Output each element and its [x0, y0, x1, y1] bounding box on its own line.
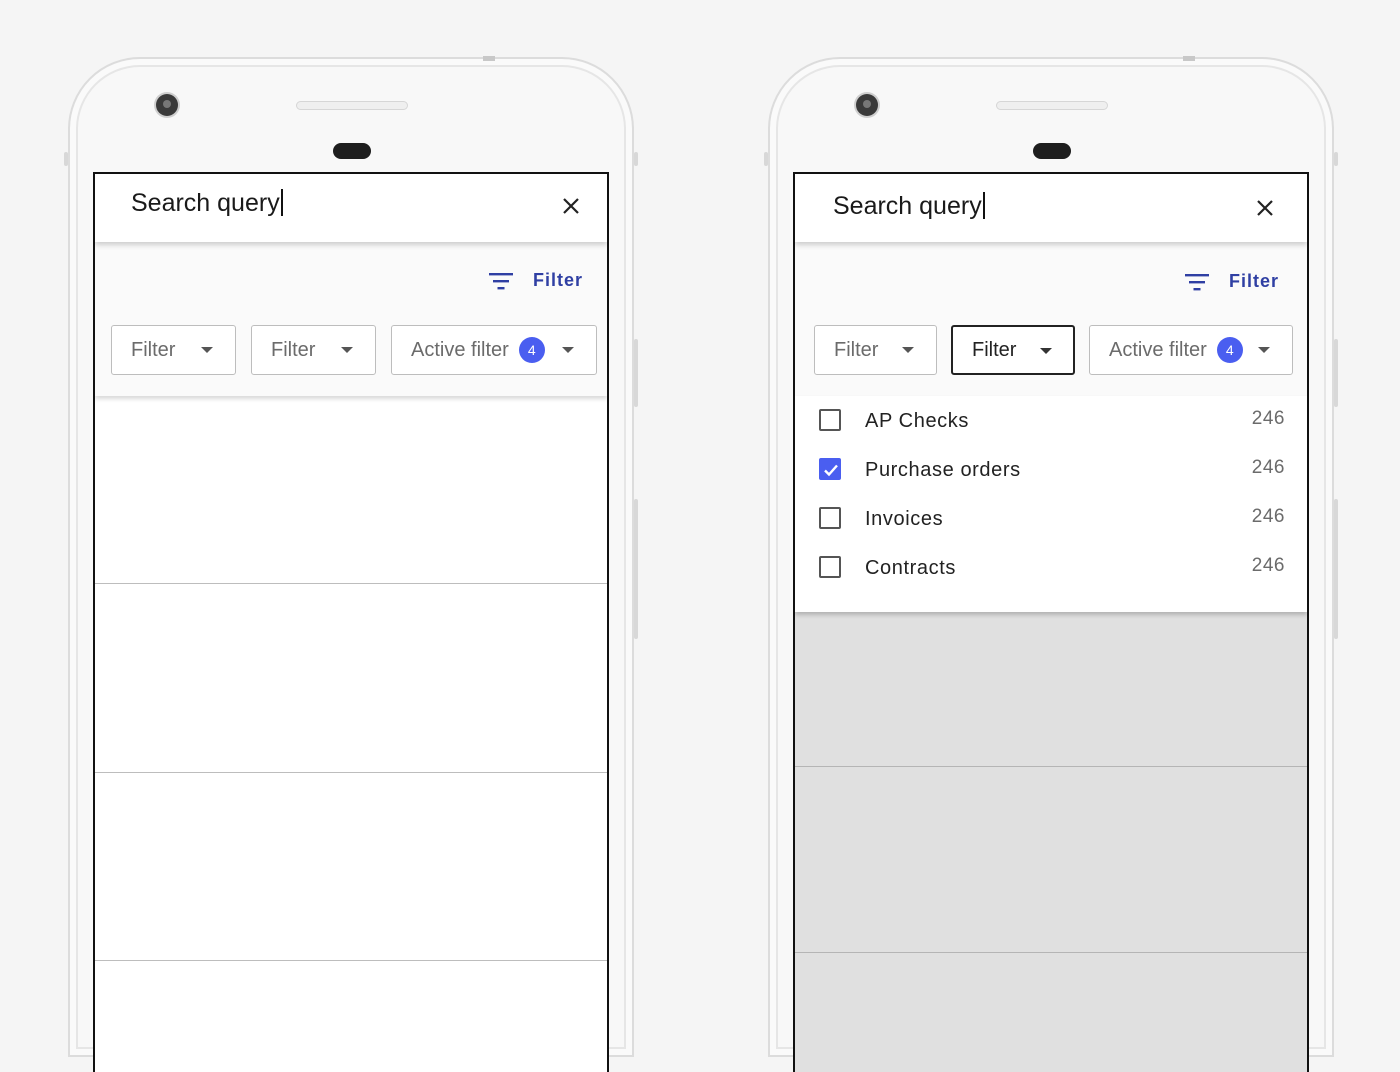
dropdown-arrow-icon [902, 347, 914, 353]
filter-button-label: Filter [532, 270, 583, 290]
volume-button [634, 499, 638, 639]
filter-chip-1[interactable]: Filter [814, 325, 937, 375]
checkmark-icon [824, 464, 838, 477]
text-cursor [280, 189, 283, 216]
list-item[interactable] [95, 396, 607, 583]
filter-button-label: Filter [1228, 271, 1279, 291]
text-cursor [982, 192, 985, 219]
screen-right: Search query Filter Filter Filter Active… [793, 172, 1309, 1072]
checkbox-checked[interactable] [819, 458, 841, 480]
checkbox[interactable] [819, 556, 841, 578]
search-query-text: Search query [833, 192, 982, 220]
chip-label: Filter [131, 338, 176, 361]
proximity-sensor [333, 143, 371, 159]
checkbox[interactable] [819, 507, 841, 529]
power-button [1334, 339, 1338, 407]
close-icon[interactable] [1253, 196, 1277, 220]
chip-label: Filter [972, 338, 1017, 361]
filter-list-icon [488, 272, 513, 289]
dropdown-arrow-icon [1258, 347, 1270, 353]
side-button [64, 152, 68, 166]
scrim-overlay[interactable] [795, 612, 1307, 1072]
phone-frame-left: Search query Filter Filter Filter Active… [64, 56, 638, 1072]
screen-left: Search query Filter Filter Filter Active… [93, 172, 609, 1072]
option-ap-checks[interactable]: AP Checks 246 [795, 396, 1307, 445]
search-bar: Search query [795, 174, 1307, 242]
dropdown-arrow-icon [1040, 348, 1052, 354]
filter-count-badge: 4 [1216, 337, 1243, 363]
search-query-text: Search query [131, 189, 280, 217]
filter-button[interactable]: Filter [1184, 271, 1279, 292]
option-count: 246 [1251, 506, 1285, 527]
top-nub [483, 56, 495, 61]
list-item-dimmed [795, 766, 1307, 952]
list-item[interactable] [95, 772, 607, 960]
search-input[interactable]: Search query [131, 189, 283, 218]
earpiece-speaker [996, 101, 1108, 110]
chip-label: Active filter [411, 338, 509, 361]
option-label: Invoices [865, 508, 944, 530]
filter-chip-2-open[interactable]: Filter [951, 325, 1075, 375]
filter-chip-1[interactable]: Filter [111, 325, 236, 375]
side-button [1334, 152, 1338, 166]
option-invoices[interactable]: Invoices 246 [795, 494, 1307, 543]
front-camera [156, 94, 178, 116]
checkbox[interactable] [819, 409, 841, 431]
close-icon[interactable] [559, 194, 583, 218]
list-item-dimmed [795, 952, 1307, 1072]
filter-area: Filter Filter Filter Active filter 4 [95, 242, 607, 396]
option-purchase-orders[interactable]: Purchase orders 246 [795, 445, 1307, 494]
option-count: 246 [1251, 555, 1285, 576]
list-item[interactable] [95, 583, 607, 772]
dropdown-arrow-icon [562, 347, 574, 353]
filter-button[interactable]: Filter [488, 270, 583, 291]
option-label: AP Checks [865, 410, 969, 432]
filter-chip-2[interactable]: Filter [251, 325, 376, 375]
option-label: Contracts [865, 557, 956, 579]
filter-area: Filter Filter Filter Active filter 4 [795, 242, 1307, 396]
chip-label: Active filter [1109, 338, 1207, 361]
filter-count-badge: 4 [518, 337, 545, 363]
list-item[interactable] [95, 960, 607, 1072]
option-label: Purchase orders [865, 459, 1021, 481]
search-bar: Search query [95, 174, 607, 242]
front-camera [856, 94, 878, 116]
filter-list-icon [1184, 273, 1209, 290]
search-input[interactable]: Search query [833, 192, 985, 221]
active-filter-chip[interactable]: Active filter 4 [391, 325, 597, 375]
power-button [634, 339, 638, 407]
dropdown-arrow-icon [341, 347, 353, 353]
proximity-sensor [1033, 143, 1071, 159]
option-contracts[interactable]: Contracts 246 [795, 543, 1307, 592]
top-nub [1183, 56, 1195, 61]
active-filter-chip[interactable]: Active filter 4 [1089, 325, 1293, 375]
option-count: 246 [1251, 408, 1285, 429]
side-button [764, 152, 768, 166]
chip-label: Filter [271, 338, 316, 361]
earpiece-speaker [296, 101, 408, 110]
volume-button [1334, 499, 1338, 639]
filter-options-menu: AP Checks 246 Purchase orders 246 Invoic… [795, 396, 1307, 612]
chip-label: Filter [834, 338, 879, 361]
side-button [634, 152, 638, 166]
option-count: 246 [1251, 457, 1285, 478]
phone-frame-right: Search query Filter Filter Filter Active… [764, 56, 1338, 1072]
dropdown-arrow-icon [201, 347, 213, 353]
